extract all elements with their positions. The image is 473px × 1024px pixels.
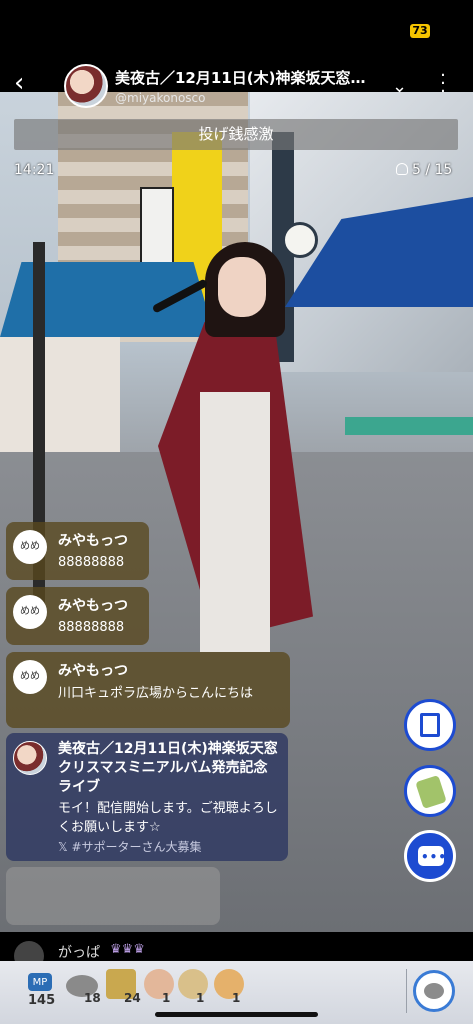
more-vertical-icon[interactable]: · · · xyxy=(438,67,448,101)
performer-kimono xyxy=(200,392,270,652)
coin-throw-button[interactable] xyxy=(413,970,455,1012)
gift-icon xyxy=(415,774,447,810)
comment-button[interactable]: ••• xyxy=(404,830,456,882)
railing xyxy=(345,417,473,435)
commenter-name: みやもっつ xyxy=(58,598,128,614)
gift-count: 18 xyxy=(84,991,101,1005)
commenter-avatar[interactable]: めめ xyxy=(13,530,47,564)
broadcaster-avatar[interactable] xyxy=(13,741,47,775)
battery-indicator: 73 xyxy=(410,24,430,38)
comment-item[interactable]: めめ みやもっつ 88888888 xyxy=(6,587,149,645)
broadcast-hashtag[interactable]: 𝕏 #サポーターさん大募集 xyxy=(58,838,202,855)
performer-face xyxy=(218,257,266,317)
gift-count: 1 xyxy=(196,991,205,1005)
stream-header: ‹ 美夜古／12月11日(木)神楽坂天窓… @miyakonosco ⌄ · · · xyxy=(0,60,473,112)
screenshot-icon xyxy=(420,713,440,737)
stream-time: 14:21 xyxy=(14,162,55,178)
commenter-avatar[interactable]: めめ xyxy=(13,595,47,629)
comment-item[interactable]: めめ みやもっつ 88888888 xyxy=(6,522,149,580)
viewer-count-text: 5 / 15 xyxy=(412,162,453,178)
person-icon xyxy=(396,163,408,175)
commenter-name: みやもっつ xyxy=(58,533,128,549)
coin-throw-icon xyxy=(424,983,444,999)
broadcast-title: 美夜古／12月11日(木)神楽坂天窓クリスマスミニアルバム発売記念ライブ xyxy=(58,741,278,795)
back-arrow-icon[interactable]: ‹ xyxy=(14,70,40,98)
crown-badges: ♛♛♛ xyxy=(110,942,145,957)
stream-title[interactable]: 美夜古／12月11日(木)神楽坂天窓… xyxy=(115,67,385,88)
gift-count: 1 xyxy=(232,991,241,1005)
chevron-down-icon[interactable]: ⌄ xyxy=(392,76,407,97)
comment-text: 88888888 xyxy=(58,555,125,570)
comment-text: 川口キュポラ広場からこんにちは xyxy=(58,686,254,701)
status-bar: 73 xyxy=(0,0,473,60)
announcement-banner: 投げ銭感激 xyxy=(14,119,458,150)
latest-viewer-row: がっぱ ♛♛♛ xyxy=(0,933,473,971)
gift-button[interactable] xyxy=(404,765,456,817)
broadcast-message[interactable]: 美夜古／12月11日(木)神楽坂天窓クリスマスミニアルバム発売記念ライブ モイ！… xyxy=(6,733,288,861)
streamer-avatar[interactable] xyxy=(64,64,108,108)
comment-text: 88888888 xyxy=(58,620,125,635)
mp-icon: MP xyxy=(28,973,52,991)
comment-item[interactable]: めめ みやもっつ 川口キュポラ広場からこんにちは xyxy=(6,652,290,728)
gift-count: 24 xyxy=(124,991,141,1005)
gift-count: 1 xyxy=(162,991,171,1005)
commenter-name: みやもっつ xyxy=(58,663,128,679)
screenshot-button[interactable] xyxy=(404,699,456,751)
mp-count: 145 xyxy=(28,993,56,1008)
blurred-comment xyxy=(6,867,220,925)
broadcast-text: モイ！配信開始します。ご視聴よろしくお願いします☆ xyxy=(58,801,278,835)
viewer-count: 5 / 15 xyxy=(396,162,452,178)
viewer-name: がっぱ xyxy=(58,945,100,961)
comment-dots: ••• xyxy=(421,850,448,864)
streamer-handle[interactable]: @miyakonosco xyxy=(115,91,205,105)
clock-face xyxy=(282,222,318,258)
home-indicator xyxy=(155,1012,318,1017)
commenter-avatar[interactable]: めめ xyxy=(13,660,47,694)
toolbar-divider xyxy=(406,969,407,1013)
